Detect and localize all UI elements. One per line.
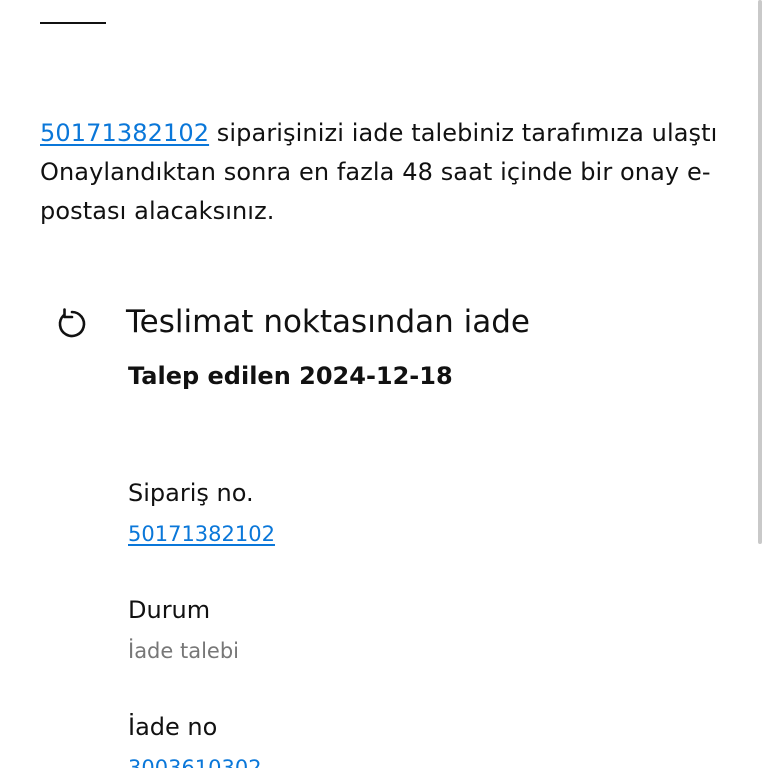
order-number-link[interactable]: 50171382102 [40, 119, 209, 147]
order-number-value-link[interactable]: 50171382102 [128, 519, 275, 549]
return-number-value-link[interactable]: 3003610302 [128, 753, 262, 768]
return-confirmation-page: 50171382102 siparişinizi iade talebiniz … [0, 0, 768, 768]
return-number-label: İade no [128, 713, 218, 741]
status-value: İade talebi [128, 639, 240, 663]
top-divider [40, 22, 106, 24]
status-label: Durum [128, 596, 211, 624]
requested-date: Talep edilen 2024-12-18 [128, 362, 453, 390]
undo-arrow-icon [58, 308, 86, 338]
return-confirmation-message: 50171382102 siparişinizi iade talebiniz … [40, 114, 730, 231]
order-number-label: Sipariş no. [128, 479, 254, 507]
return-method-title: Teslimat noktasından iade [126, 304, 530, 340]
vertical-scrollbar[interactable] [758, 0, 766, 768]
scrollbar-thumb[interactable] [758, 0, 762, 544]
